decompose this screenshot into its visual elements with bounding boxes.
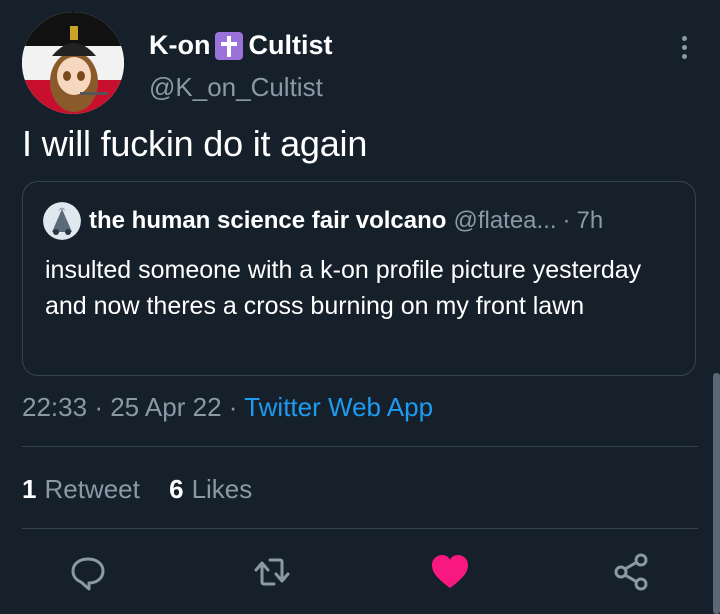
quoted-tweet[interactable]: the human science fair volcano @flatea..… [22, 181, 696, 376]
action-bar [0, 550, 720, 600]
meta-separator: · [94, 392, 103, 422]
retweets-count: 1 [22, 474, 37, 504]
retweet-icon[interactable] [250, 550, 294, 594]
reply-icon[interactable] [66, 550, 110, 594]
like-icon[interactable] [428, 550, 472, 594]
likes-stat[interactable]: 6 Likes [169, 474, 252, 504]
scrollbar[interactable] [713, 373, 720, 614]
tweet-time: 22:33 [22, 392, 88, 422]
retweets-stat[interactable]: 1 Retweet [22, 474, 147, 504]
quoted-timestamp: 7h [576, 207, 604, 234]
likes-count: 6 [169, 474, 184, 504]
retweets-label: Retweet [44, 474, 140, 504]
tweet-source-link[interactable]: Twitter Web App [244, 392, 433, 422]
quoted-tweet-text: insulted someone with a k-on profile pic… [45, 256, 642, 320]
tweet-text: I will fuckin do it again [22, 123, 368, 164]
divider [22, 528, 698, 529]
display-name[interactable]: K-on Cultist [149, 30, 332, 61]
display-name-part1: K-on [149, 30, 211, 60]
user-handle[interactable]: @K_on_Cultist [149, 72, 323, 103]
quoted-user-avatar [43, 202, 81, 240]
tweet-metadata: 22:33 · 25 Apr 22 · Twitter Web App [22, 392, 433, 423]
more-options-icon[interactable] [672, 32, 696, 68]
display-name-part2: Cultist [248, 30, 333, 60]
tweet-header: K-on Cultist @K_on_Cultist [22, 12, 698, 114]
divider [22, 446, 698, 447]
user-avatar[interactable] [22, 12, 124, 114]
likes-label: Likes [191, 474, 253, 504]
quoted-separator: · [562, 207, 571, 234]
share-icon[interactable] [609, 550, 653, 594]
tweet-date: 25 Apr 22 [110, 392, 222, 422]
quoted-tweet-header: the human science fair volcano @flatea..… [43, 202, 603, 240]
meta-separator: · [228, 392, 238, 422]
quoted-display-name: the human science fair volcano [89, 207, 447, 234]
latin-cross-emoji-icon [215, 31, 244, 60]
quoted-handle: @flatea... [453, 207, 557, 234]
tweet-stats: 1 Retweet 6 Likes [22, 474, 252, 505]
